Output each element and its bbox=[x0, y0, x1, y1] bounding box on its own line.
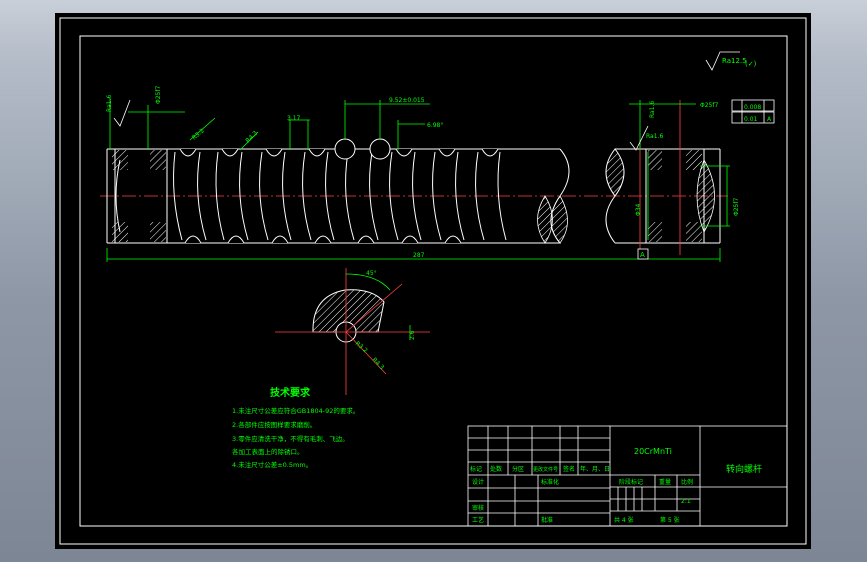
tb-label-standardize: 标准化 bbox=[541, 478, 559, 486]
section-angle: 45° bbox=[366, 270, 377, 277]
material-label: 20CrMnTi bbox=[634, 447, 672, 456]
tech-req-item-5: 4.未注尺寸公差±0.5mm。 bbox=[232, 460, 312, 469]
tb-label-date: 年、月、日 bbox=[580, 465, 610, 473]
tb-label-design: 设计 bbox=[472, 478, 484, 486]
roughness-general: Ra12.5 bbox=[722, 57, 747, 65]
groove-radius-2: R4.3 bbox=[244, 130, 259, 145]
tech-req-item-3: 3.零件应清洗干净，不得有毛刺、飞边。 bbox=[232, 434, 349, 443]
tech-req-item-2: 2.各部件应按图样要求磨削。 bbox=[232, 420, 316, 429]
tech-req-item-1: 1.未注尺寸公差应符合GB1804-92的要求。 bbox=[232, 406, 359, 415]
tb-label-sign: 签名 bbox=[563, 465, 575, 473]
diameter-mid-label: Φ34 bbox=[635, 203, 642, 216]
tb-label-count: 处数 bbox=[490, 465, 502, 473]
tb-sheet-total: 共 4 张 bbox=[614, 516, 634, 524]
roughness-parenthesis: (✓) bbox=[745, 60, 757, 68]
tolerance-value-2: 0.01 bbox=[744, 116, 758, 123]
tb-label-zone: 分区 bbox=[512, 465, 524, 473]
section-dimension: 2.6 bbox=[409, 330, 416, 340]
overall-length-label: 287 bbox=[413, 252, 425, 259]
tb-label-weight: 重量 bbox=[659, 478, 671, 486]
tech-req-heading: 技术要求 bbox=[270, 386, 311, 399]
tech-req-item-4: 各加工表面上的除锈口。 bbox=[232, 447, 304, 456]
tb-label-mark: 标记 bbox=[470, 465, 482, 473]
inner-frame bbox=[79, 35, 788, 527]
diameter-right-vertical: Φ25f7 bbox=[733, 198, 740, 216]
tb-label-approve: 批准 bbox=[541, 516, 553, 524]
tb-label-review: 审核 bbox=[472, 504, 484, 512]
roughness-right2-label: Ra1.6 bbox=[646, 133, 663, 140]
section-radius-1: R3.2 bbox=[354, 340, 369, 354]
tolerance-value-1: 0.008 bbox=[744, 104, 761, 111]
tb-label-process: 工艺 bbox=[472, 516, 484, 524]
groove-radius-1: R3.2 bbox=[191, 127, 206, 141]
roughness-left-label: Ra1.6 bbox=[106, 95, 113, 112]
roughness-right-label: Ra1.6 bbox=[649, 101, 656, 118]
angle-dimension: 6.98° bbox=[427, 122, 443, 129]
tb-label-change: 更改文件号 bbox=[533, 466, 558, 473]
diameter-left-label: Φ25f7 bbox=[155, 86, 162, 104]
screw-main-view[interactable] bbox=[100, 100, 728, 255]
outer-frame bbox=[59, 17, 807, 545]
section-view[interactable] bbox=[275, 268, 430, 395]
pitch-dimension: 9.52±0.015 bbox=[389, 97, 425, 104]
tb-label-stage: 阶段标记 bbox=[619, 478, 643, 486]
tb-scale: 2:1 bbox=[681, 498, 691, 505]
title-block bbox=[467, 425, 788, 527]
thread-dimension: 3.17 bbox=[287, 115, 301, 122]
cad-canvas[interactable]: 287 Φ25f7 Ra1.6 9.52±0.015 6.98° 3.17 R3… bbox=[0, 0, 867, 562]
section-radius-2: R4.3 bbox=[371, 356, 386, 371]
datum-a: A bbox=[640, 251, 645, 259]
diameter-right-label: Φ25f7 bbox=[700, 102, 718, 109]
drawing-title: 转向螺杆 bbox=[726, 463, 762, 475]
technical-requirements: 技术要求 1.未注尺寸公差应符合GB1804-92的要求。 2.各部件应按图样要… bbox=[232, 386, 359, 469]
tb-label-ratio: 比例 bbox=[681, 478, 693, 486]
tb-sheet-number: 第 5 张 bbox=[660, 516, 680, 524]
